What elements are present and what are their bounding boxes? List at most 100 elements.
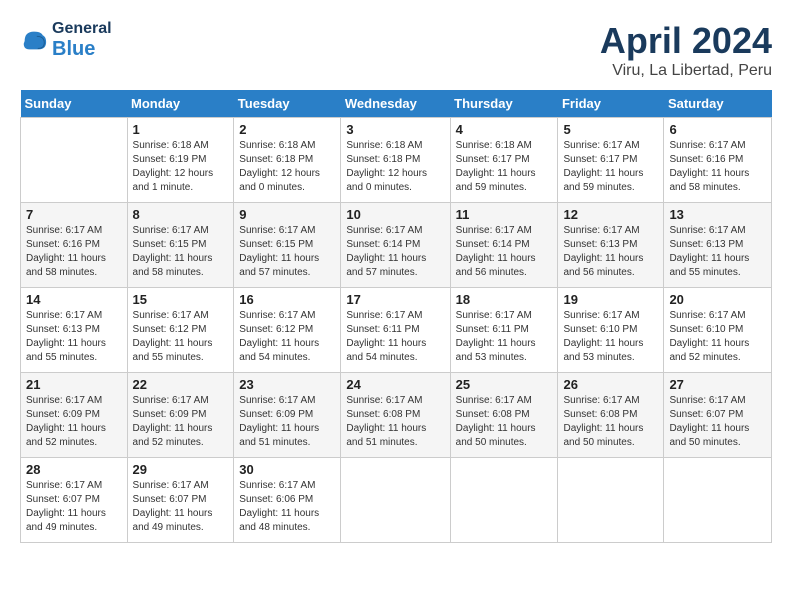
calendar-cell: 7 Sunrise: 6:17 AMSunset: 6:16 PMDaylight…	[21, 203, 128, 288]
calendar-cell: 24 Sunrise: 6:17 AMSunset: 6:08 PMDayligh…	[341, 373, 450, 458]
day-info: Sunrise: 6:18 AMSunset: 6:18 PMDaylight:…	[239, 139, 335, 195]
day-number: 30	[239, 462, 335, 477]
day-info: Sunrise: 6:17 AMSunset: 6:13 PMDaylight:…	[563, 224, 658, 280]
day-info: Sunrise: 6:17 AMSunset: 6:16 PMDaylight:…	[26, 224, 122, 280]
day-number: 1	[133, 122, 229, 137]
calendar-week-row: 28Sunrise: 6:17 AMSunset: 6:07 PMDayligh…	[21, 458, 772, 543]
calendar-cell: 14Sunrise: 6:17 AMSunset: 6:13 PMDayligh…	[21, 288, 128, 373]
day-number: 20	[669, 292, 766, 307]
weekday-header: Saturday	[664, 90, 772, 118]
day-info: Sunrise: 6:17 AMSunset: 6:17 PMDaylight:…	[563, 139, 658, 195]
month-year: April 2024	[600, 20, 772, 62]
day-info: Sunrise: 6:17 AMSunset: 6:14 PMDaylight:…	[456, 224, 553, 280]
calendar-cell: 27 Sunrise: 6:17 AMSunset: 6:07 PMDayligh…	[664, 373, 772, 458]
logo-icon	[20, 27, 48, 55]
day-info: Sunrise: 6:17 AMSunset: 6:07 PMDaylight:…	[26, 479, 122, 535]
day-number: 6	[669, 122, 766, 137]
calendar-cell	[341, 458, 450, 543]
calendar-cell: 21 Sunrise: 6:17 AMSunset: 6:09 PMDayligh…	[21, 373, 128, 458]
calendar-cell: 3 Sunrise: 6:18 AMSunset: 6:18 PMDaylight…	[341, 118, 450, 203]
logo: General Blue	[20, 20, 112, 60]
weekday-header: Monday	[127, 90, 234, 118]
calendar-cell	[21, 118, 128, 203]
day-number: 13	[669, 207, 766, 222]
day-info: Sunrise: 6:17 AMSunset: 6:10 PMDaylight:…	[563, 309, 658, 365]
calendar-week-row: 14Sunrise: 6:17 AMSunset: 6:13 PMDayligh…	[21, 288, 772, 373]
calendar-cell: 12 Sunrise: 6:17 AMSunset: 6:13 PMDayligh…	[558, 203, 664, 288]
calendar-cell: 2Sunrise: 6:18 AMSunset: 6:18 PMDaylight…	[234, 118, 341, 203]
day-number: 27	[669, 377, 766, 392]
calendar-cell	[664, 458, 772, 543]
calendar-cell: 25 Sunrise: 6:17 AMSunset: 6:08 PMDayligh…	[450, 373, 558, 458]
calendar-table: SundayMondayTuesdayWednesdayThursdayFrid…	[20, 90, 772, 543]
day-info: Sunrise: 6:17 AMSunset: 6:14 PMDaylight:…	[346, 224, 444, 280]
day-number: 23	[239, 377, 335, 392]
day-number: 10	[346, 207, 444, 222]
day-info: Sunrise: 6:17 AMSunset: 6:08 PMDaylight:…	[346, 394, 444, 450]
calendar-cell: 18Sunrise: 6:17 AMSunset: 6:11 PMDayligh…	[450, 288, 558, 373]
day-info: Sunrise: 6:18 AMSunset: 6:19 PMDaylight:…	[133, 139, 229, 195]
weekday-header-row: SundayMondayTuesdayWednesdayThursdayFrid…	[21, 90, 772, 118]
calendar-cell: 28Sunrise: 6:17 AMSunset: 6:07 PMDayligh…	[21, 458, 128, 543]
weekday-header: Friday	[558, 90, 664, 118]
logo-general: General	[52, 20, 112, 38]
day-number: 29	[133, 462, 229, 477]
day-info: Sunrise: 6:17 AMSunset: 6:06 PMDaylight:…	[239, 479, 335, 535]
day-info: Sunrise: 6:17 AMSunset: 6:12 PMDaylight:…	[239, 309, 335, 365]
day-info: Sunrise: 6:17 AMSunset: 6:07 PMDaylight:…	[669, 394, 766, 450]
calendar-cell: 16Sunrise: 6:17 AMSunset: 6:12 PMDayligh…	[234, 288, 341, 373]
day-number: 9	[239, 207, 335, 222]
calendar-cell: 11Sunrise: 6:17 AMSunset: 6:14 PMDayligh…	[450, 203, 558, 288]
calendar-cell: 19 Sunrise: 6:17 AMSunset: 6:10 PMDayligh…	[558, 288, 664, 373]
calendar-cell: 10 Sunrise: 6:17 AMSunset: 6:14 PMDayligh…	[341, 203, 450, 288]
day-info: Sunrise: 6:17 AMSunset: 6:15 PMDaylight:…	[133, 224, 229, 280]
day-info: Sunrise: 6:17 AMSunset: 6:09 PMDaylight:…	[26, 394, 122, 450]
page-header: General Blue April 2024 Viru, La Liberta…	[20, 20, 772, 80]
day-info: Sunrise: 6:17 AMSunset: 6:11 PMDaylight:…	[456, 309, 553, 365]
day-info: Sunrise: 6:17 AMSunset: 6:09 PMDaylight:…	[133, 394, 229, 450]
day-number: 5	[563, 122, 658, 137]
logo-blue: Blue	[52, 38, 112, 60]
day-info: Sunrise: 6:17 AMSunset: 6:08 PMDaylight:…	[456, 394, 553, 450]
calendar-cell: 22 Sunrise: 6:17 AMSunset: 6:09 PMDayligh…	[127, 373, 234, 458]
title-block: April 2024 Viru, La Libertad, Peru	[600, 20, 772, 80]
calendar-cell: 5 Sunrise: 6:17 AMSunset: 6:17 PMDaylight…	[558, 118, 664, 203]
calendar-cell: 15Sunrise: 6:17 AMSunset: 6:12 PMDayligh…	[127, 288, 234, 373]
calendar-cell: 26Sunrise: 6:17 AMSunset: 6:08 PMDayligh…	[558, 373, 664, 458]
day-info: Sunrise: 6:18 AMSunset: 6:17 PMDaylight:…	[456, 139, 553, 195]
day-info: Sunrise: 6:17 AMSunset: 6:15 PMDaylight:…	[239, 224, 335, 280]
day-number: 21	[26, 377, 122, 392]
day-info: Sunrise: 6:17 AMSunset: 6:11 PMDaylight:…	[346, 309, 444, 365]
calendar-cell: 20Sunrise: 6:17 AMSunset: 6:10 PMDayligh…	[664, 288, 772, 373]
calendar-week-row: 7 Sunrise: 6:17 AMSunset: 6:16 PMDaylight…	[21, 203, 772, 288]
weekday-header: Thursday	[450, 90, 558, 118]
calendar-cell: 9 Sunrise: 6:17 AMSunset: 6:15 PMDaylight…	[234, 203, 341, 288]
calendar-cell: 23Sunrise: 6:17 AMSunset: 6:09 PMDayligh…	[234, 373, 341, 458]
calendar-cell: 13 Sunrise: 6:17 AMSunset: 6:13 PMDayligh…	[664, 203, 772, 288]
day-number: 3	[346, 122, 444, 137]
day-number: 8	[133, 207, 229, 222]
day-info: Sunrise: 6:17 AMSunset: 6:13 PMDaylight:…	[669, 224, 766, 280]
weekday-header: Tuesday	[234, 90, 341, 118]
day-number: 22	[133, 377, 229, 392]
day-info: Sunrise: 6:17 AMSunset: 6:13 PMDaylight:…	[26, 309, 122, 365]
location: Viru, La Libertad, Peru	[600, 62, 772, 80]
day-number: 19	[563, 292, 658, 307]
day-number: 17	[346, 292, 444, 307]
day-info: Sunrise: 6:18 AMSunset: 6:18 PMDaylight:…	[346, 139, 444, 195]
day-number: 7	[26, 207, 122, 222]
day-number: 12	[563, 207, 658, 222]
weekday-header: Sunday	[21, 90, 128, 118]
calendar-cell: 1 Sunrise: 6:18 AMSunset: 6:19 PMDaylight…	[127, 118, 234, 203]
calendar-cell: 4 Sunrise: 6:18 AMSunset: 6:17 PMDaylight…	[450, 118, 558, 203]
day-number: 26	[563, 377, 658, 392]
calendar-cell: 29 Sunrise: 6:17 AMSunset: 6:07 PMDayligh…	[127, 458, 234, 543]
calendar-week-row: 21 Sunrise: 6:17 AMSunset: 6:09 PMDayligh…	[21, 373, 772, 458]
day-number: 25	[456, 377, 553, 392]
weekday-header: Wednesday	[341, 90, 450, 118]
day-info: Sunrise: 6:17 AMSunset: 6:07 PMDaylight:…	[133, 479, 229, 535]
day-number: 24	[346, 377, 444, 392]
day-number: 4	[456, 122, 553, 137]
calendar-cell	[450, 458, 558, 543]
calendar-cell: 6Sunrise: 6:17 AMSunset: 6:16 PMDaylight…	[664, 118, 772, 203]
